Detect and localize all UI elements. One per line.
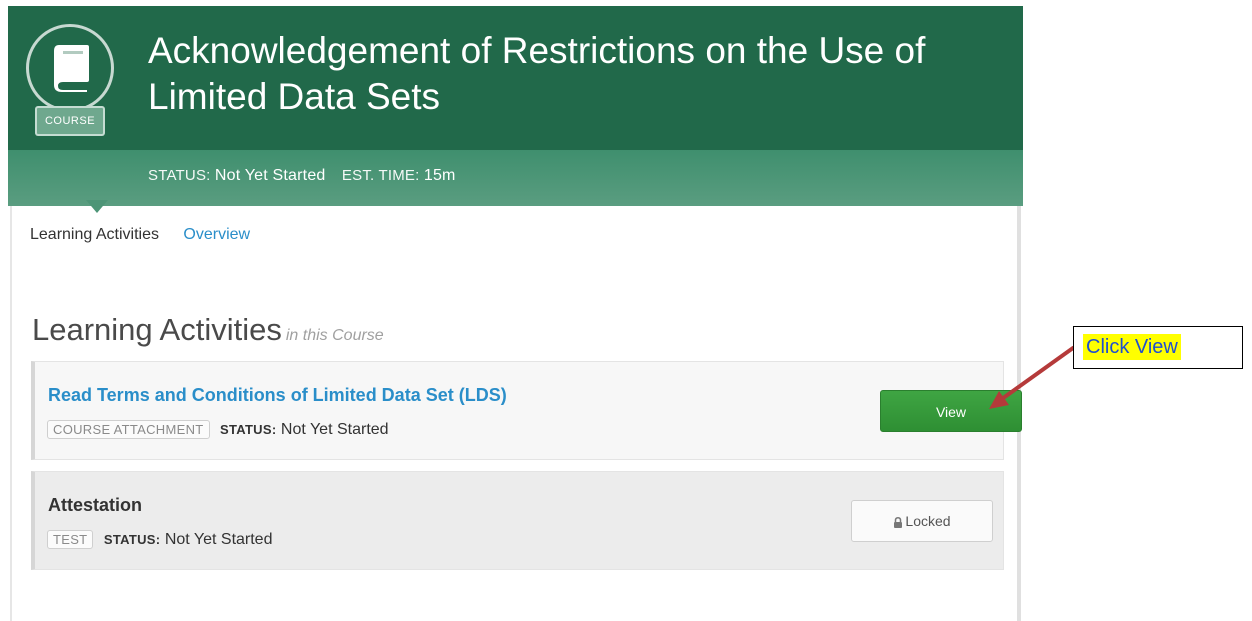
section-title: Learning Activities in this Course <box>32 312 384 348</box>
locked-button-label: Locked <box>905 513 951 529</box>
course-header: COURSE Acknowledgement of Restrictions o… <box>8 6 1023 206</box>
activity-type-tag: TEST <box>47 530 94 549</box>
tab-learning-activities[interactable]: Learning Activities <box>30 226 159 243</box>
locked-button[interactable]: Locked <box>851 500 993 542</box>
activity-status-value: Not Yet Started <box>164 531 273 548</box>
activity-meta: COURSE ATTACHMENT STATUS: Not Yet Starte… <box>47 420 389 439</box>
section-title-text: Learning Activities <box>32 312 282 347</box>
course-type-tag: COURSE <box>35 106 105 136</box>
status-value: Not Yet Started <box>214 167 326 184</box>
course-title: Acknowledgement of Restrictions on the U… <box>148 30 926 117</box>
activity-status-label: STATUS: <box>103 532 161 547</box>
est-time-value: 15m <box>423 167 456 184</box>
activity-item: Read Terms and Conditions of Limited Dat… <box>31 361 1022 460</box>
section-subtitle: in this Course <box>285 327 384 344</box>
activity-item: Attestation TEST STATUS: Not Yet Started… <box>31 471 1004 570</box>
tab-overview[interactable]: Overview <box>183 226 250 243</box>
course-badge <box>26 24 114 112</box>
course-tabs: Learning Activities Overview <box>30 226 250 244</box>
page: COURSE Acknowledgement of Restrictions o… <box>0 0 1252 621</box>
est-time-label: EST. TIME: <box>341 167 420 184</box>
activity-status-value: Not Yet Started <box>280 421 389 438</box>
course-header-top: COURSE Acknowledgement of Restrictions o… <box>8 6 1023 150</box>
course-status-text: STATUS: Not Yet Started EST. TIME: 15m <box>148 167 468 185</box>
lock-icon <box>894 516 903 528</box>
status-label: STATUS: <box>148 167 211 184</box>
course-status-bar: STATUS: Not Yet Started EST. TIME: 15m <box>8 150 1023 206</box>
activity-title-link[interactable]: Read Terms and Conditions of Limited Dat… <box>48 385 507 406</box>
arrow-icon <box>989 346 1075 409</box>
activity-meta: TEST STATUS: Not Yet Started <box>47 530 272 549</box>
activity-type-tag: COURSE ATTACHMENT <box>47 420 210 439</box>
book-icon <box>54 45 89 92</box>
activity-status-label: STATUS: <box>219 422 277 437</box>
activity-title: Attestation <box>48 495 142 515</box>
callout-box: Click View <box>1073 326 1243 369</box>
callout-text: Click View <box>1083 334 1181 360</box>
